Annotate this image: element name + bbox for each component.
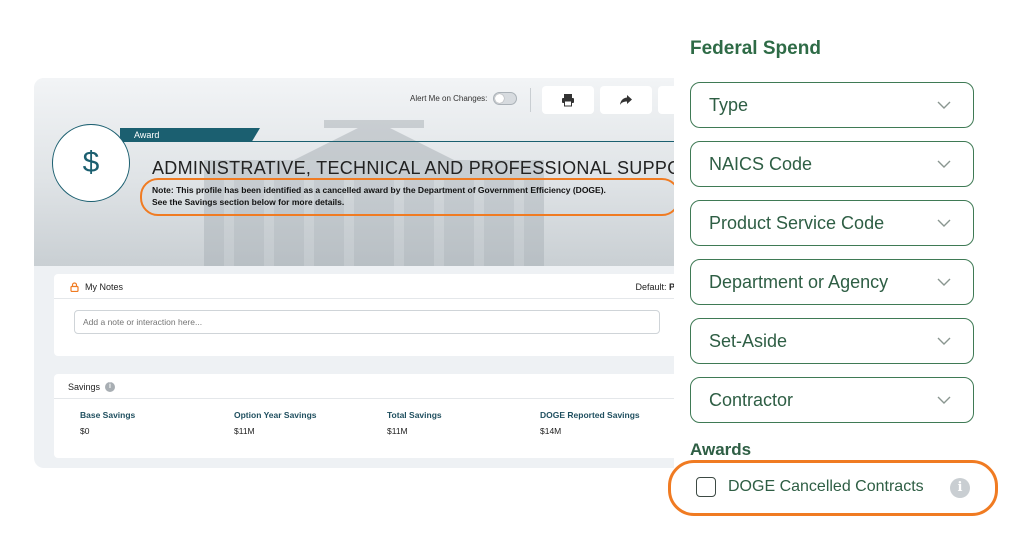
my-notes-header: My Notes <box>70 282 123 292</box>
chevron-down-icon <box>937 278 951 286</box>
total-savings: Total Savings $11M <box>387 410 442 436</box>
filter-set-aside-label: Set-Aside <box>709 330 788 351</box>
doge-info-icon[interactable]: i <box>950 478 970 498</box>
savings-divider <box>54 398 694 399</box>
option-year-savings: Option Year Savings $11M <box>234 410 317 436</box>
profile-hero-banner: Alert Me on Changes: Award $ ADMINISTRAT… <box>34 78 694 266</box>
lock-icon <box>70 282 79 292</box>
savings-info-icon[interactable]: i <box>105 382 116 392</box>
savings-header: Savings i <box>68 382 116 392</box>
chevron-down-icon <box>937 337 951 345</box>
filter-contractor[interactable]: Contractor <box>690 377 974 423</box>
doge-cancelled-label: DOGE Cancelled Contracts <box>728 478 924 495</box>
filter-naics-label: NAICS Code <box>709 153 813 174</box>
federal-spend-title: Federal Spend <box>690 38 821 59</box>
currency-symbol: $ <box>82 146 100 179</box>
award-profile-card: Alert Me on Changes: Award $ ADMINISTRAT… <box>34 78 694 468</box>
filter-naics-code[interactable]: NAICS Code <box>690 141 974 187</box>
option-year-savings-label: Option Year Savings <box>234 410 317 420</box>
toolbar-divider <box>530 88 531 112</box>
option-year-savings-value: $11M <box>234 426 255 436</box>
awards-section-title: Awards <box>690 440 752 459</box>
filter-psc-label: Product Service Code <box>709 212 885 233</box>
print-icon <box>562 94 574 107</box>
doge-cancelled-contracts-option[interactable]: DOGE Cancelled Contracts <box>696 477 924 497</box>
base-savings-value: $0 <box>80 426 90 436</box>
alert-toggle[interactable] <box>493 92 518 105</box>
notes-divider <box>54 298 694 299</box>
alert-label: Alert Me on Changes: <box>410 94 488 103</box>
doge-reported-savings: DOGE Reported Savings $14M <box>540 410 640 436</box>
alert-toggle-group: Alert Me on Changes: <box>410 92 518 105</box>
doge-reported-savings-value: $14M <box>540 426 562 436</box>
savings-card: Savings i Base Savings $0 Option Year Sa… <box>54 374 694 458</box>
share-arrow-icon <box>620 95 632 105</box>
total-savings-value: $11M <box>387 426 408 436</box>
dollar-icon: $ <box>52 124 130 202</box>
my-notes-title: My Notes <box>85 282 124 292</box>
total-savings-label: Total Savings <box>387 410 442 420</box>
filter-product-service-code[interactable]: Product Service Code <box>690 200 974 246</box>
award-title: ADMINISTRATIVE, TECHNICAL AND PROFESSION… <box>152 158 694 178</box>
filter-contractor-label: Contractor <box>709 389 794 410</box>
chevron-down-icon <box>937 396 951 404</box>
chevron-down-icon <box>937 101 951 109</box>
chevron-down-icon <box>937 160 951 168</box>
doge-cancelled-checkbox[interactable] <box>696 477 716 497</box>
filter-department-or-agency[interactable]: Department or Agency <box>690 259 974 305</box>
award-tab: Award <box>120 128 260 142</box>
base-savings: Base Savings $0 <box>80 410 135 436</box>
filter-department-label: Department or Agency <box>709 271 889 292</box>
note-input[interactable] <box>74 310 660 334</box>
filter-type-label: Type <box>709 94 749 115</box>
print-button[interactable] <box>542 86 594 114</box>
base-savings-label: Base Savings <box>80 410 136 420</box>
share-button[interactable] <box>600 86 652 114</box>
my-notes-card: My Notes Default: Privat <box>54 274 694 356</box>
chevron-down-icon <box>937 219 951 227</box>
doge-note-highlight <box>140 178 680 216</box>
savings-title: Savings <box>68 382 101 392</box>
doge-reported-savings-label: DOGE Reported Savings <box>540 410 640 420</box>
filter-type[interactable]: Type <box>690 82 974 128</box>
notes-default-label: Default: <box>635 282 669 292</box>
filter-set-aside[interactable]: Set-Aside <box>690 318 974 364</box>
